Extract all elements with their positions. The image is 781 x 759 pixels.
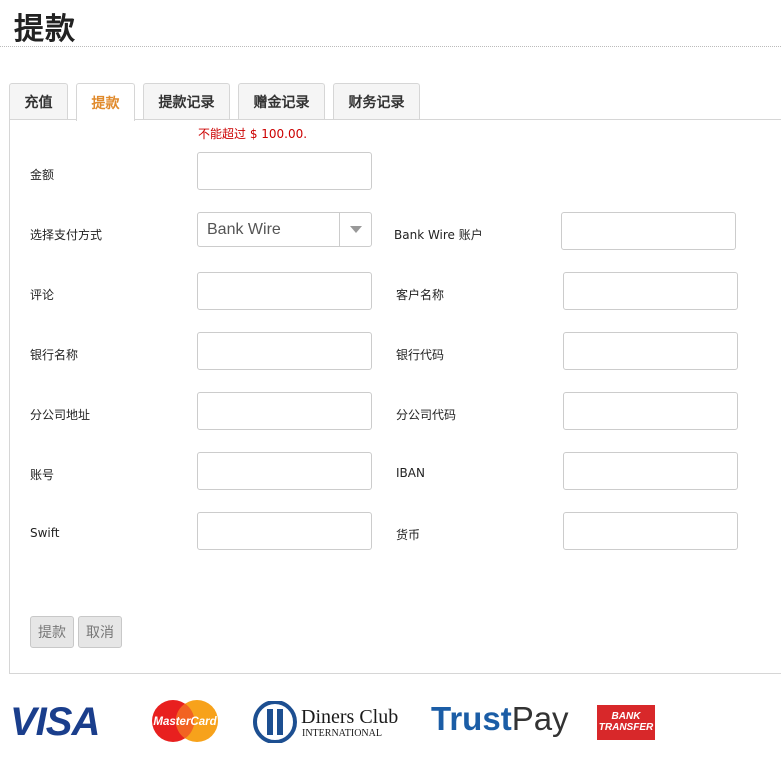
bank-name-label: 银行名称 <box>30 348 79 362</box>
diners-subtext: INTERNATIONAL <box>302 728 382 739</box>
payment-logos: VISA MasterCard Diners Club INTERNATIONA… <box>0 690 781 759</box>
bank-transfer-logo: BANK TRANSFER <box>597 705 655 740</box>
payment-method-select[interactable]: Bank Wire <box>197 212 372 247</box>
currency-input[interactable] <box>563 512 738 550</box>
tab-withdraw[interactable]: 提款 <box>76 83 135 121</box>
tab-finance-history[interactable]: 财务记录 <box>333 83 420 120</box>
branch-code-input[interactable] <box>563 392 738 430</box>
diners-text: Diners Club <box>301 706 398 728</box>
swift-label: Swift <box>30 526 60 540</box>
bank-name-input[interactable] <box>197 332 372 370</box>
diners-club-logo: Diners Club INTERNATIONAL <box>253 701 398 743</box>
tab-bonus-history[interactable]: 赠金记录 <box>238 83 325 120</box>
amount-input[interactable] <box>197 152 372 190</box>
tab-deposit[interactable]: 充值 <box>9 83 68 120</box>
swift-input[interactable] <box>197 512 372 550</box>
title-divider <box>0 46 781 47</box>
customer-name-input[interactable] <box>563 272 738 310</box>
trustpay-text-pay: Pay <box>511 700 569 737</box>
trustpay-logo: TrustPay <box>431 700 569 738</box>
comment-input[interactable] <box>197 272 372 310</box>
account-number-input[interactable] <box>197 452 372 490</box>
tab-withdraw-history[interactable]: 提款记录 <box>143 83 230 120</box>
branch-code-label: 分公司代码 <box>396 408 457 422</box>
trustpay-text-trust: Trust <box>431 700 512 737</box>
bank-code-input[interactable] <box>563 332 738 370</box>
customer-name-label: 客户名称 <box>396 288 445 302</box>
tab-bar: 充值 提款 提款记录 赠金记录 财务记录 <box>9 83 781 121</box>
account-number-label: 账号 <box>30 468 55 482</box>
comment-label: 评论 <box>30 288 55 302</box>
bank-code-label: 银行代码 <box>396 348 445 362</box>
mastercard-text: MasterCard <box>153 716 217 728</box>
withdraw-submit-button[interactable]: 提款 <box>30 616 74 648</box>
iban-input[interactable] <box>563 452 738 490</box>
iban-label: IBAN <box>396 466 425 480</box>
bank-transfer-text-2: TRANSFER <box>598 722 654 733</box>
bank-wire-account-label: Bank Wire 账户 <box>394 228 483 242</box>
limit-note: 不能超过 $ 100.00. <box>198 127 308 141</box>
amount-label: 金额 <box>30 168 55 182</box>
bank-transfer-text-1: BANK <box>611 711 641 722</box>
page-title: 提款 <box>14 12 76 47</box>
mastercard-logo: MasterCard <box>152 700 218 742</box>
branch-address-label: 分公司地址 <box>30 408 91 422</box>
cancel-button[interactable]: 取消 <box>78 616 122 648</box>
bank-wire-account-input[interactable] <box>561 212 736 250</box>
chevron-down-icon <box>339 213 371 246</box>
payment-method-label: 选择支付方式 <box>30 228 103 242</box>
branch-address-input[interactable] <box>197 392 372 430</box>
payment-method-value: Bank Wire <box>207 220 281 238</box>
currency-label: 货币 <box>396 528 421 542</box>
visa-logo: VISA <box>10 700 100 744</box>
